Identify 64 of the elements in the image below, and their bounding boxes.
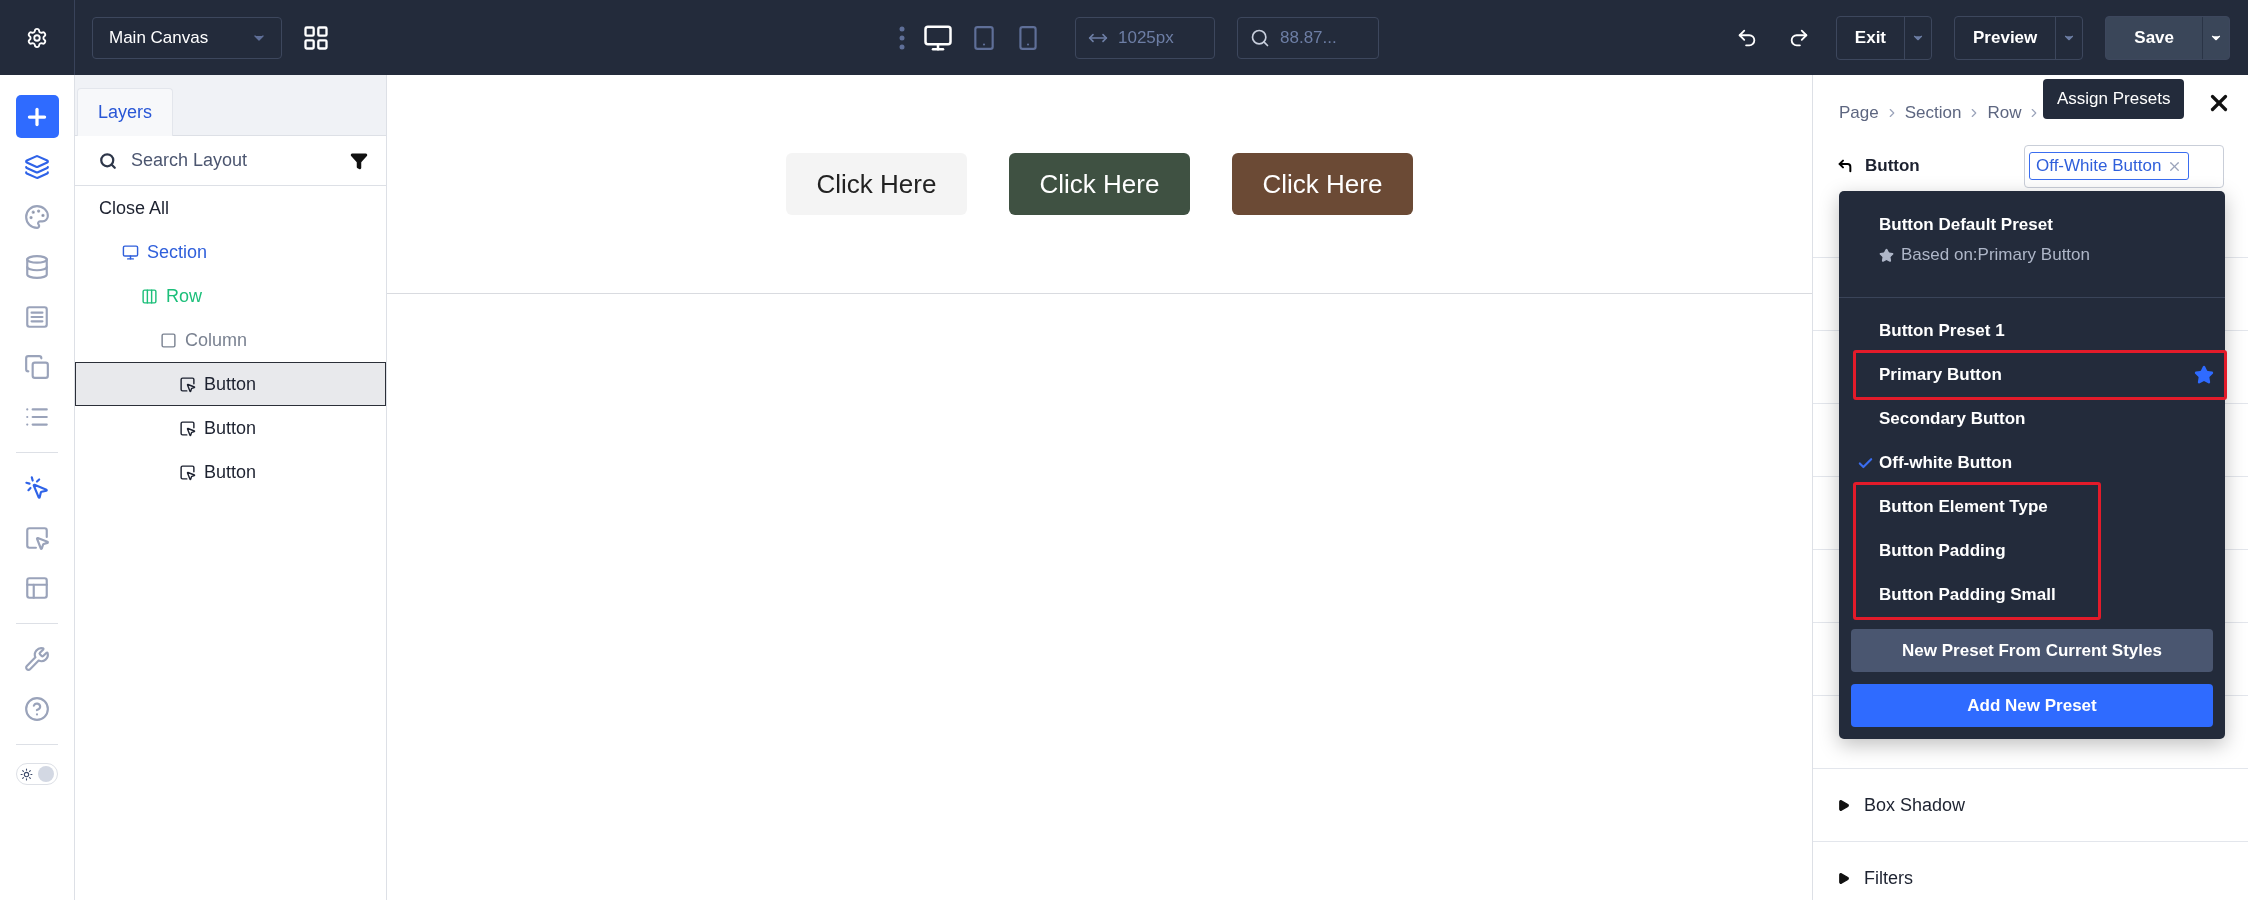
element-name: Button (1865, 156, 1920, 176)
layers-tab[interactable]: Layers (77, 88, 173, 136)
button-icon (179, 419, 196, 437)
database-icon[interactable] (24, 254, 50, 280)
width-field[interactable]: 1025px (1075, 16, 1215, 59)
sun-icon (20, 767, 33, 781)
button-icon (179, 463, 196, 481)
preset-option[interactable]: Button Padding (1856, 529, 2098, 573)
layer-item[interactable]: Section (75, 230, 386, 274)
split-button[interactable]: Exit (1835, 15, 1933, 60)
layer-item[interactable]: Button (75, 362, 386, 406)
breadcrumb-link[interactable]: Row (1987, 103, 2022, 123)
tools-icon[interactable] (24, 646, 50, 672)
based-on-text: Based on:Primary Button (1879, 245, 2225, 265)
canvas-button[interactable]: Click Here (1232, 153, 1413, 215)
column-icon (160, 331, 177, 349)
settings-section[interactable]: Box Shadow (1813, 768, 2248, 841)
star-icon (1879, 247, 1894, 263)
search-icon (1250, 27, 1270, 48)
layer-item[interactable]: Button (75, 406, 386, 450)
button-icon (179, 375, 196, 393)
tooltip: Assign Presets (2043, 79, 2185, 119)
settings-section[interactable]: Filters (1813, 841, 2248, 900)
breadcrumb-link[interactable]: Section (1904, 103, 1962, 123)
preset-option[interactable]: Off-white Button (1839, 441, 2225, 485)
save-button[interactable]: Save (2105, 15, 2230, 60)
add-button[interactable] (15, 95, 59, 138)
preset-option[interactable]: Button Element Type (1856, 485, 2098, 529)
preset-field[interactable]: Off-White Button (2024, 144, 2224, 188)
zoom-field[interactable]: 88.87... (1237, 16, 1379, 59)
triangle-icon (1837, 871, 1850, 885)
settings-icon[interactable] (26, 26, 48, 49)
preset-title[interactable]: Button Default Preset (1879, 215, 2225, 235)
back-icon[interactable] (1837, 158, 1853, 174)
form-icon[interactable] (24, 304, 50, 330)
canvas-button[interactable]: Click Here (786, 153, 967, 215)
preset-option[interactable]: Button Preset 1 (1839, 309, 2225, 353)
layer-item[interactable]: Column (75, 318, 386, 362)
search-icon (99, 151, 117, 170)
pointer-icon[interactable] (24, 475, 50, 501)
add-preset-button[interactable]: Add New Preset (1851, 684, 2213, 727)
close-all-link[interactable]: Close All (75, 186, 386, 230)
pointer-frame-icon[interactable] (24, 525, 50, 551)
pages-icon[interactable] (24, 354, 50, 380)
triangle-icon (1837, 798, 1850, 812)
new-preset-button[interactable]: New Preset From Current Styles (1851, 629, 2213, 672)
preset-chip[interactable]: Off-White Button (2029, 152, 2190, 180)
preview-icon[interactable] (24, 575, 50, 601)
preset-option[interactable]: Primary Button (1856, 353, 2224, 397)
canvas-button[interactable]: Click Here (1009, 153, 1190, 215)
preset-option[interactable]: Button Padding Small (1856, 573, 2098, 617)
row-icon (141, 287, 158, 305)
filter-icon[interactable] (350, 151, 368, 170)
layer-item[interactable]: Button (75, 450, 386, 494)
layers-icon[interactable] (24, 154, 50, 180)
breadcrumb-link[interactable]: Page (1839, 103, 1879, 123)
palette-icon[interactable] (24, 204, 50, 230)
preset-option[interactable]: Secondary Button (1839, 397, 2225, 441)
search-field[interactable]: Search Layout (129, 149, 338, 172)
section-icon (122, 243, 139, 261)
star-icon (2194, 365, 2214, 385)
split-button[interactable]: Preview (1954, 15, 2084, 60)
help-icon[interactable] (24, 696, 50, 722)
canvas-select[interactable]: Main Canvas (92, 16, 282, 59)
